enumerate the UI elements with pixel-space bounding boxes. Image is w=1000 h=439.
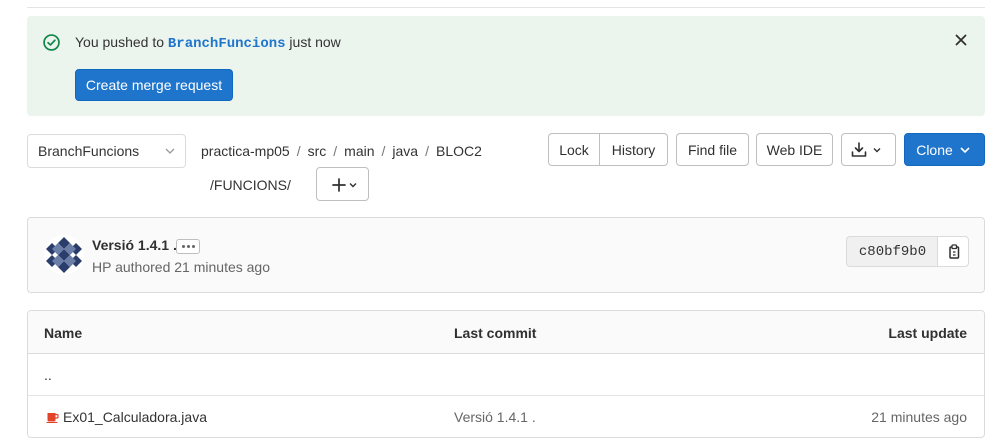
ellipsis-dot <box>186 245 190 248</box>
column-header-last-commit: Last commit <box>454 325 537 341</box>
add-to-tree-button[interactable] <box>316 167 369 201</box>
create-merge-request-button[interactable]: Create merge request <box>75 69 233 101</box>
breadcrumb-item-funcions[interactable]: FUNCIONS <box>214 177 287 193</box>
top-divider <box>27 7 985 8</box>
breadcrumb-separator: / <box>296 143 301 159</box>
clone-label: Clone <box>916 141 953 158</box>
breadcrumb: practica-mp05 / src / main / java / BLOC2 <box>201 142 482 160</box>
push-alert: You pushed to BranchFuncions just now Cr… <box>27 16 985 116</box>
breadcrumb-separator: / <box>333 143 338 159</box>
parent-directory-link[interactable]: .. <box>44 367 52 383</box>
chevron-down-icon <box>165 148 175 154</box>
alert-message: You pushed to BranchFuncions just now <box>75 34 341 53</box>
branch-selector-value: BranchFuncions <box>38 143 140 159</box>
java-file-icon <box>46 413 59 423</box>
breadcrumb-item-java[interactable]: java <box>392 143 418 159</box>
alert-prefix: You pushed to <box>75 34 165 50</box>
ellipsis-dot <box>181 245 185 248</box>
ellipsis-dot <box>191 245 195 248</box>
close-icon[interactable] <box>953 32 969 48</box>
breadcrumb-continued: /FUNCIONS/ <box>210 176 291 194</box>
breadcrumb-item-bloc2[interactable]: BLOC2 <box>436 143 482 159</box>
last-commit-panel: Versió 1.4.1 . HP authored 21 minutes ag… <box>27 217 985 293</box>
commit-title[interactable]: Versió 1.4.1 . <box>92 237 177 253</box>
table-header: Name Last commit Last update <box>28 311 984 354</box>
identicon-avatar <box>44 235 84 275</box>
clone-button[interactable]: Clone <box>904 133 985 166</box>
lock-button[interactable]: Lock <box>548 133 600 166</box>
alert-branch-link[interactable]: BranchFuncions <box>168 36 286 52</box>
history-button[interactable]: History <box>599 133 668 166</box>
download-button[interactable] <box>841 133 896 166</box>
breadcrumb-separator: / <box>425 143 429 159</box>
copy-icon <box>949 244 960 259</box>
branch-selector[interactable]: BranchFuncions <box>27 134 186 168</box>
check-circle-icon <box>43 34 60 51</box>
toggle-commit-description-button[interactable] <box>176 239 200 254</box>
commit-authored-text: authored <box>115 259 171 275</box>
avatar[interactable] <box>44 235 84 275</box>
file-name-link[interactable]: Ex01_Calculadora.java <box>63 409 207 425</box>
breadcrumb-item-main[interactable]: main <box>344 143 374 159</box>
copy-sha-button[interactable] <box>937 236 969 267</box>
breadcrumb-item-project[interactable]: practica-mp05 <box>201 143 290 159</box>
find-file-button[interactable]: Find file <box>676 133 749 166</box>
column-header-last-update: Last update <box>888 325 967 341</box>
file-last-update: 21 minutes ago <box>871 409 967 425</box>
commit-time: 21 minutes ago <box>174 259 270 275</box>
commit-sha[interactable]: c80bf9b0 <box>846 236 938 267</box>
file-tree-table: Name Last commit Last update .. Ex01_Cal… <box>27 310 985 438</box>
breadcrumb-separator: / <box>287 177 291 193</box>
table-row[interactable]: .. <box>28 354 984 396</box>
column-header-name: Name <box>44 325 83 341</box>
table-row[interactable]: Ex01_Calculadora.java Versió 1.4.1 . 21 … <box>28 396 984 437</box>
breadcrumb-item-src[interactable]: src <box>308 143 327 159</box>
file-last-commit-link[interactable]: Versió 1.4.1 . <box>454 409 536 425</box>
chevron-down-icon <box>960 146 970 153</box>
plus-icon <box>332 178 357 192</box>
breadcrumb-separator: / <box>381 143 386 159</box>
web-ide-button[interactable]: Web IDE <box>756 133 833 166</box>
commit-meta: HP authored 21 minutes ago <box>92 259 270 275</box>
commit-author[interactable]: HP <box>92 259 111 275</box>
download-icon <box>851 141 880 157</box>
alert-suffix: just now <box>289 34 341 50</box>
